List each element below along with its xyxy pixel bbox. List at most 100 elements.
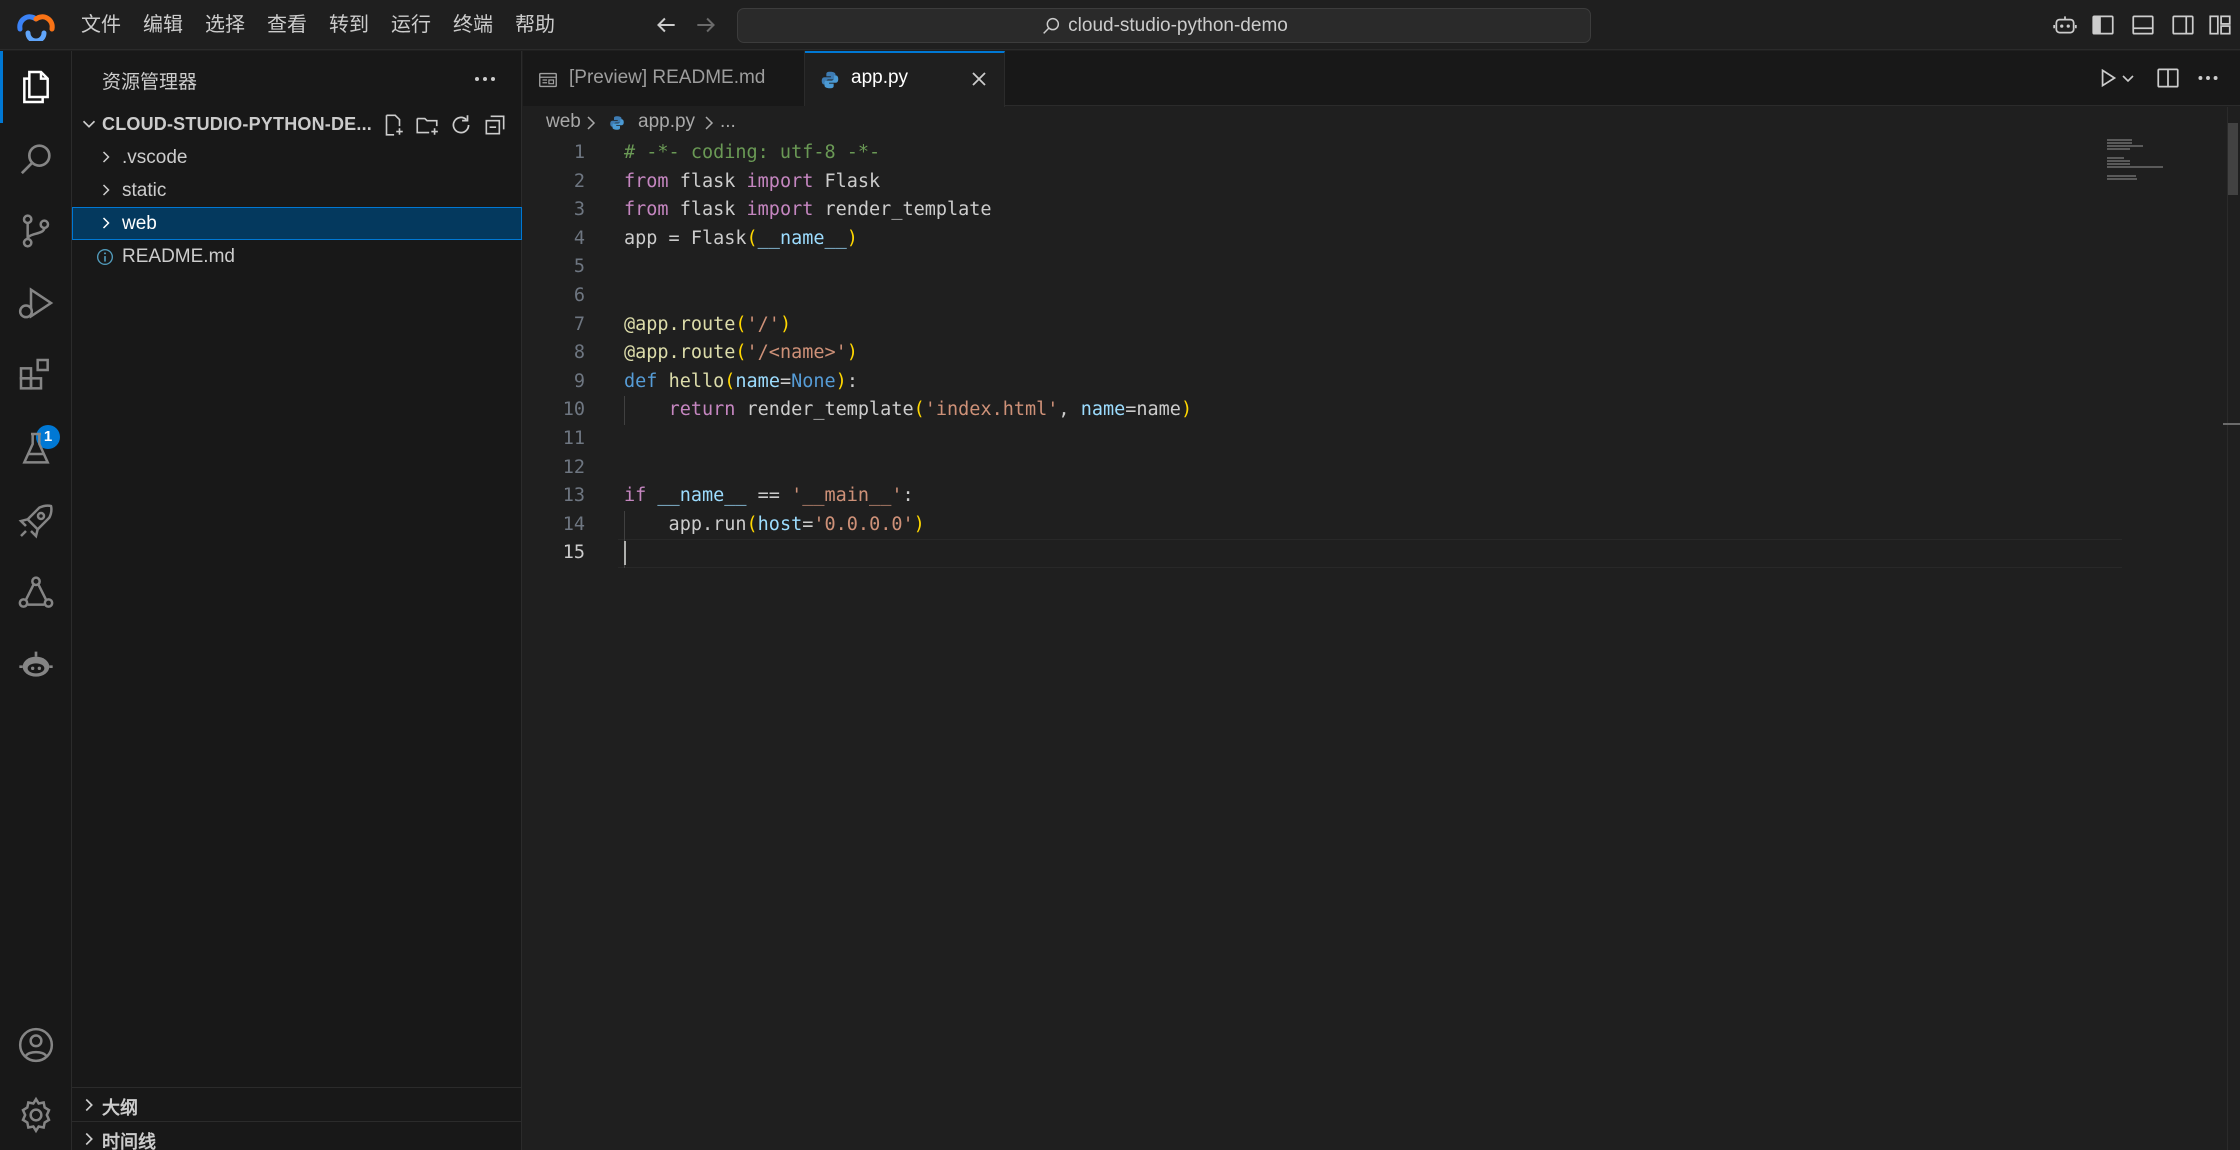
toggle-secondary-sidebar-icon[interactable]: [2170, 12, 2196, 38]
activity-codebuddy[interactable]: [0, 629, 72, 701]
line-source: from flask import render_template: [624, 196, 992, 225]
menu-item[interactable]: 文件: [70, 8, 132, 42]
line-number: 5: [573, 256, 585, 278]
code-token: return: [668, 399, 736, 421]
code-token: ): [835, 370, 847, 392]
search-icon: [1043, 17, 1060, 34]
close-icon[interactable]: [967, 67, 991, 91]
breadcrumb-file[interactable]: app.py: [638, 111, 695, 133]
code-token: (: [746, 513, 758, 535]
breadcrumb-folder[interactable]: web: [546, 111, 581, 133]
command-center-search[interactable]: cloud-studio-python-demo: [737, 8, 1591, 43]
tab-app-py[interactable]: app.py: [805, 51, 1005, 107]
copilot-icon[interactable]: [2052, 12, 2078, 38]
menu-item[interactable]: 终端: [442, 8, 504, 42]
activity-extensions[interactable]: [0, 339, 72, 411]
tab-preview-readme[interactable]: [Preview] README.md: [523, 51, 805, 106]
activity-share[interactable]: [0, 557, 72, 629]
back-arrow-icon[interactable]: [653, 12, 679, 38]
refresh-icon[interactable]: [448, 112, 474, 138]
code-token: (: [746, 227, 758, 249]
gear-icon: [21, 1096, 51, 1134]
timeline-section-header[interactable]: 时间线: [72, 1121, 522, 1150]
line-source: @app.route('/<name>'): [624, 339, 858, 368]
scrollbar-thumb[interactable]: [2228, 123, 2238, 195]
code-line: 13 if __name__ == '__main__':: [523, 482, 2123, 511]
menu-item[interactable]: 运行: [380, 8, 442, 42]
minimap-line: [2107, 145, 2144, 147]
code-token: app = Flask: [624, 227, 747, 249]
code-line: 10 return render_template('index.html', …: [523, 396, 2123, 425]
code-token: ): [1180, 399, 1193, 421]
new-folder-icon[interactable]: [414, 112, 440, 138]
new-file-icon[interactable]: [380, 112, 406, 138]
code-token: render_template: [813, 199, 992, 221]
breadcrumb: web app.py ...: [523, 107, 2240, 139]
minimap-line: [2107, 160, 2131, 162]
menu-item[interactable]: 编辑: [132, 8, 194, 42]
tree-folder-vscode[interactable]: .vscode: [72, 141, 522, 174]
activity-explorer[interactable]: [0, 51, 72, 123]
code-line: 3 from flask import render_template: [523, 196, 2123, 225]
toggle-panel-icon[interactable]: [2130, 12, 2156, 38]
source-control-icon: [22, 214, 50, 248]
activity-search[interactable]: [0, 123, 72, 195]
activity-run-debug[interactable]: [0, 267, 72, 339]
activity-deploy[interactable]: [0, 485, 72, 557]
vertical-scrollbar[interactable]: [2227, 107, 2240, 1150]
activity-testing[interactable]: [0, 413, 72, 485]
code-token: name: [735, 370, 780, 392]
code-line: 7 @app.route('/'): [523, 311, 2123, 340]
outline-section-header[interactable]: 大纲: [72, 1087, 522, 1121]
menu-item[interactable]: 转到: [318, 8, 380, 42]
code-token: ==: [746, 485, 792, 507]
line-number: 6: [573, 285, 585, 306]
line-number: 1: [573, 142, 585, 163]
chevron-right-icon: [587, 116, 596, 130]
collapse-all-icon[interactable]: [482, 112, 508, 138]
minimap-line: [2107, 139, 2133, 141]
tree-folder-static[interactable]: static: [72, 174, 522, 207]
forward-arrow-icon[interactable]: [693, 12, 719, 38]
code-token: =: [779, 370, 792, 392]
run-debug-icon: [18, 287, 54, 319]
code-token: @app.route: [624, 313, 736, 335]
run-python-icon[interactable]: [2095, 65, 2121, 91]
split-editor-icon[interactable]: [2155, 65, 2181, 91]
code-token: def: [624, 370, 658, 392]
line-number: 14: [562, 513, 585, 535]
customize-layout-icon[interactable]: [2207, 12, 2233, 38]
more-actions-icon[interactable]: [2195, 65, 2221, 91]
code-token: from: [624, 170, 669, 192]
activity-source-control[interactable]: [0, 195, 72, 267]
line-number: 15: [562, 542, 585, 564]
more-actions-icon[interactable]: [470, 65, 500, 93]
code-token: __name__: [757, 227, 847, 249]
code-token: Flask: [813, 170, 881, 192]
line-number: 12: [562, 456, 585, 478]
code-token: host: [757, 513, 803, 535]
code-token: from: [624, 199, 669, 221]
code-token: app.run: [624, 513, 747, 535]
activity-manage[interactable]: [0, 1079, 72, 1150]
menu-item[interactable]: 帮助: [504, 8, 566, 42]
chevron-down-icon[interactable]: [2119, 65, 2137, 91]
tab-label: app.py: [851, 67, 909, 88]
code-line: 1 # -*- coding: utf-8 -*-: [523, 139, 2123, 168]
menu-item[interactable]: 选择: [194, 8, 256, 42]
activity-accounts[interactable]: [0, 1009, 72, 1081]
workspace-folder-header[interactable]: CLOUD-STUDIO-PYTHON-DE...: [72, 107, 522, 141]
breadcrumb-symbol[interactable]: ...: [720, 111, 736, 133]
toggle-primary-sidebar-icon[interactable]: [2090, 12, 2116, 38]
code-line: 9 def hello(name=None):: [523, 368, 2123, 397]
code-token: ): [846, 342, 858, 364]
tree-folder-web[interactable]: web: [72, 207, 522, 240]
code-token: '0.0.0.0': [813, 513, 914, 535]
tree-file-readme[interactable]: README.md: [72, 240, 522, 273]
code-token: if: [624, 485, 647, 507]
menu-item[interactable]: 查看: [256, 8, 318, 42]
chevron-right-icon: [102, 184, 110, 196]
minimap[interactable]: [2105, 139, 2215, 239]
files-icon: [23, 70, 49, 104]
